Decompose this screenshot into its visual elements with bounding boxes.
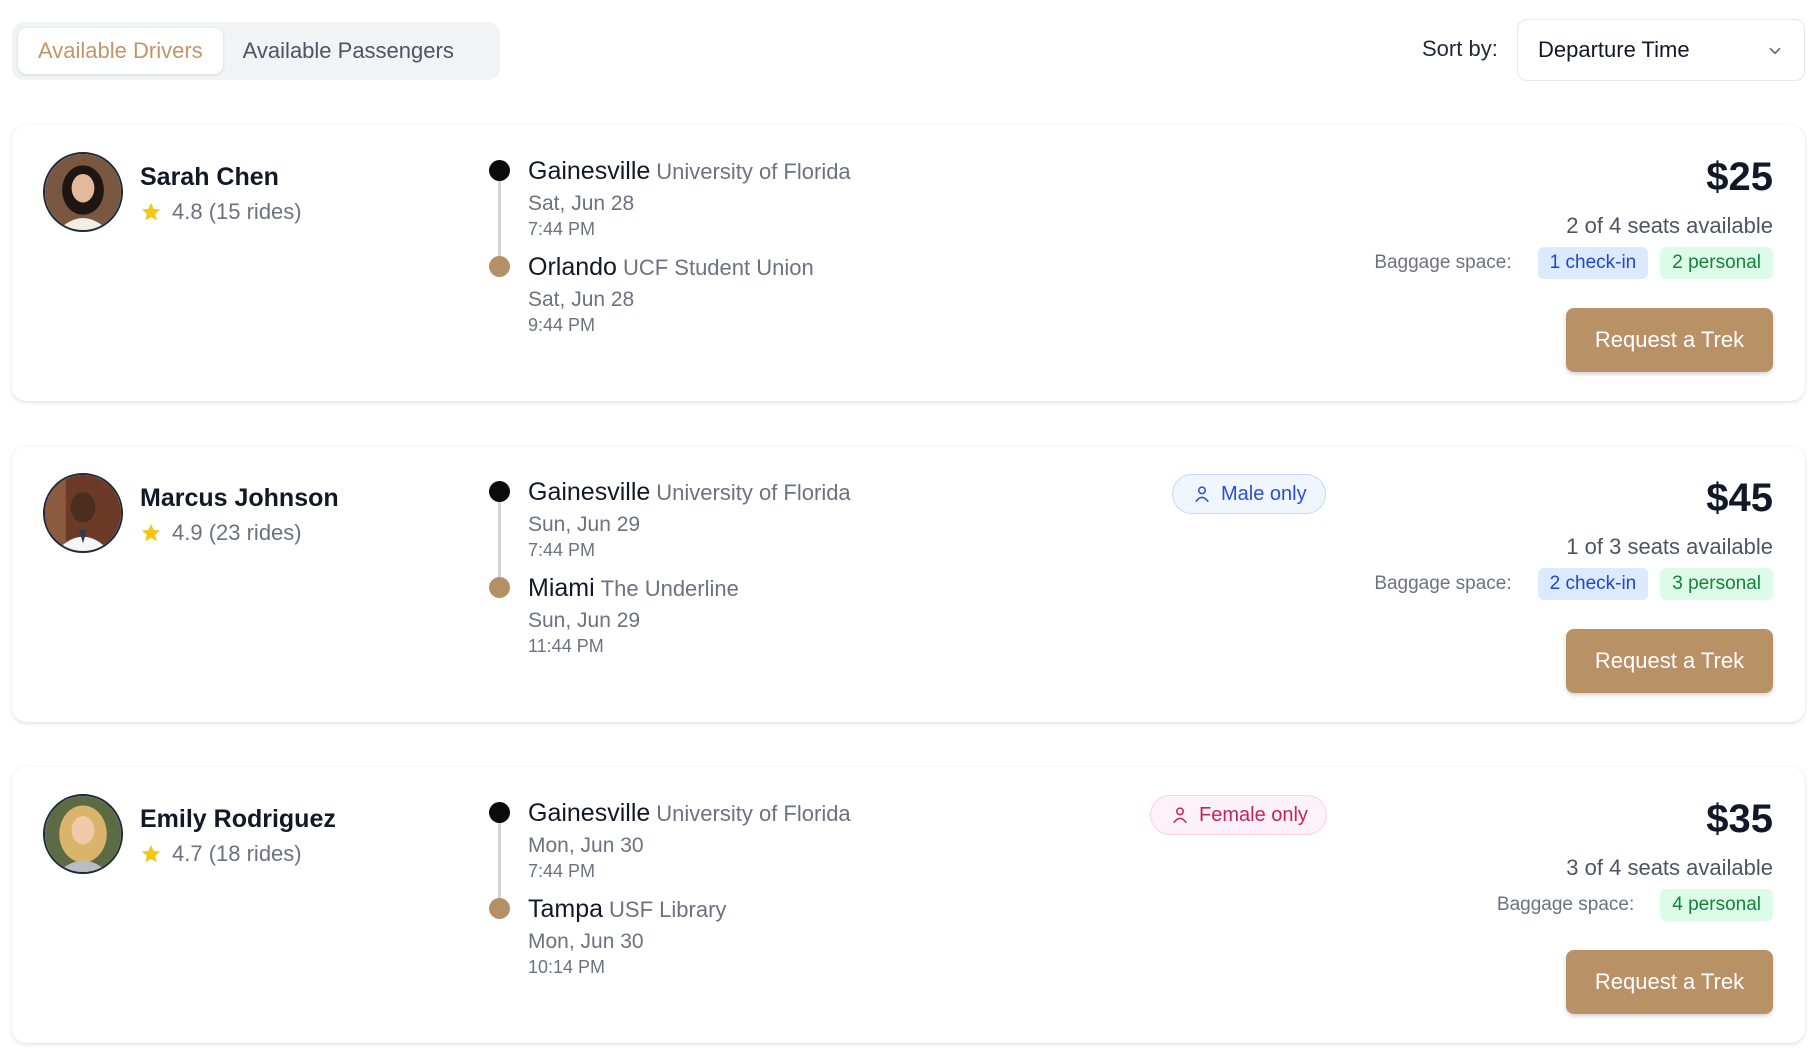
driver-name: Emily Rodriguez: [140, 805, 336, 833]
avatar: [43, 794, 123, 874]
personal-bag-chip: 3 personal: [1660, 568, 1773, 600]
destination-date: Sun, Jun 29: [528, 609, 641, 632]
origin-stop: Gainesville University of Florida Sun, Ju…: [528, 478, 851, 561]
baggage-space: Baggage space: 2 check-in 3 personal: [1374, 568, 1773, 600]
origin-city: Gainesville: [528, 157, 651, 185]
destination-place: USF Library: [609, 897, 727, 922]
request-trek-button[interactable]: Request a Trek: [1566, 629, 1773, 693]
origin-date: Sun, Jun 29: [528, 513, 641, 536]
preference-text: Male only: [1221, 482, 1307, 505]
gender-preference-badge: Male only: [1172, 474, 1326, 514]
gender-preference-badge: Female only: [1150, 795, 1327, 835]
origin-place: University of Florida: [656, 801, 851, 826]
destination-dot-icon: [489, 898, 510, 919]
rating-text: 4.9 (23 rides): [172, 520, 302, 545]
baggage-space: Baggage space: 1 check-in 2 personal: [1374, 247, 1773, 279]
chevron-down-icon: [1769, 47, 1781, 55]
origin-city: Gainesville: [528, 478, 651, 506]
driver-card: Sarah Chen 4.8 (15 rides) Gainesville Uni…: [12, 125, 1805, 401]
route-line: [498, 811, 501, 907]
sort-select[interactable]: Departure Time: [1517, 19, 1805, 81]
destination-stop: Miami The Underline Sun, Jun 29 11:44 PM: [528, 574, 739, 657]
destination-city: Tampa: [528, 895, 604, 923]
origin-stop: Gainesville University of Florida Mon, Ju…: [528, 799, 851, 882]
origin-dot-icon: [489, 481, 510, 502]
avatar: [43, 152, 123, 232]
destination-dot-icon: [489, 577, 510, 598]
seats-available: 2 of 4 seats available: [1566, 213, 1773, 238]
driver-rating: 4.8 (15 rides): [140, 199, 302, 225]
route-line: [498, 490, 501, 586]
baggage-label: Baggage space:: [1374, 252, 1512, 273]
destination-dot-icon: [489, 256, 510, 277]
origin-time: 7:44 PM: [528, 861, 596, 881]
destination-stop: Orlando UCF Student Union Sat, Jun 28 9:4…: [528, 253, 814, 336]
request-trek-button[interactable]: Request a Trek: [1566, 950, 1773, 1014]
tab-available-drivers[interactable]: Available Drivers: [18, 28, 223, 74]
origin-date: Mon, Jun 30: [528, 834, 644, 857]
seats-available: 1 of 3 seats available: [1566, 534, 1773, 559]
star-icon: [141, 202, 161, 221]
checkin-bag-chip: 2 check-in: [1537, 568, 1649, 600]
destination-place: UCF Student Union: [622, 255, 814, 280]
star-icon: [141, 844, 161, 863]
destination-city: Miami: [528, 574, 595, 602]
origin-place: University of Florida: [656, 480, 851, 505]
driver-card: Emily Rodriguez 4.7 (18 rides) Gainesvil…: [12, 767, 1805, 1043]
personal-bag-chip: 2 personal: [1660, 247, 1773, 279]
baggage-label: Baggage space:: [1496, 894, 1635, 915]
origin-city: Gainesville: [528, 799, 651, 827]
sort-select-value: Departure Time: [1538, 37, 1690, 62]
origin-place: University of Florida: [656, 159, 851, 184]
trip-price: $25: [1706, 155, 1773, 199]
origin-dot-icon: [489, 160, 510, 181]
preference-text: Female only: [1199, 803, 1308, 826]
destination-stop: Tampa USF Library Mon, Jun 30 10:14 PM: [528, 895, 726, 978]
driver-rating: 4.9 (23 rides): [140, 520, 302, 546]
seats-available: 3 of 4 seats available: [1566, 855, 1773, 880]
driver-card: Marcus Johnson 4.9 (23 rides) Gainesvill…: [12, 446, 1805, 722]
star-icon: [141, 523, 161, 542]
destination-date: Mon, Jun 30: [528, 930, 644, 953]
destination-date: Sat, Jun 28: [528, 288, 635, 311]
personal-bag-chip: 4 personal: [1660, 889, 1773, 921]
origin-time: 7:44 PM: [528, 540, 596, 560]
baggage-label: Baggage space:: [1374, 573, 1512, 594]
person-icon: [1195, 486, 1209, 502]
driver-name: Marcus Johnson: [140, 484, 339, 512]
request-trek-button[interactable]: Request a Trek: [1566, 308, 1773, 372]
rating-text: 4.8 (15 rides): [172, 199, 302, 224]
destination-city: Orlando: [528, 253, 617, 281]
baggage-space: Baggage space: 4 personal: [1497, 889, 1773, 921]
trip-price: $45: [1706, 476, 1773, 520]
destination-place: The Underline: [600, 576, 739, 601]
checkin-bag-chip: 1 check-in: [1537, 247, 1649, 279]
origin-date: Sat, Jun 28: [528, 192, 635, 215]
tab-available-passengers[interactable]: Available Passengers: [223, 28, 474, 74]
driver-rating: 4.7 (18 rides): [140, 841, 302, 867]
destination-time: 9:44 PM: [528, 315, 596, 335]
route-line: [498, 169, 501, 265]
destination-time: 10:14 PM: [528, 957, 606, 977]
rides-page: Available Drivers Available Passengers S…: [0, 0, 1818, 1060]
rating-text: 4.7 (18 rides): [172, 841, 302, 866]
view-tabs: Available Drivers Available Passengers: [12, 22, 500, 80]
trip-price: $35: [1706, 797, 1773, 841]
destination-time: 11:44 PM: [528, 636, 604, 656]
person-icon: [1173, 807, 1187, 823]
origin-time: 7:44 PM: [528, 219, 596, 239]
driver-name: Sarah Chen: [140, 163, 279, 191]
sort-label: Sort by:: [1422, 36, 1498, 61]
avatar: [43, 473, 123, 553]
origin-dot-icon: [489, 802, 510, 823]
origin-stop: Gainesville University of Florida Sat, Ju…: [528, 157, 851, 240]
